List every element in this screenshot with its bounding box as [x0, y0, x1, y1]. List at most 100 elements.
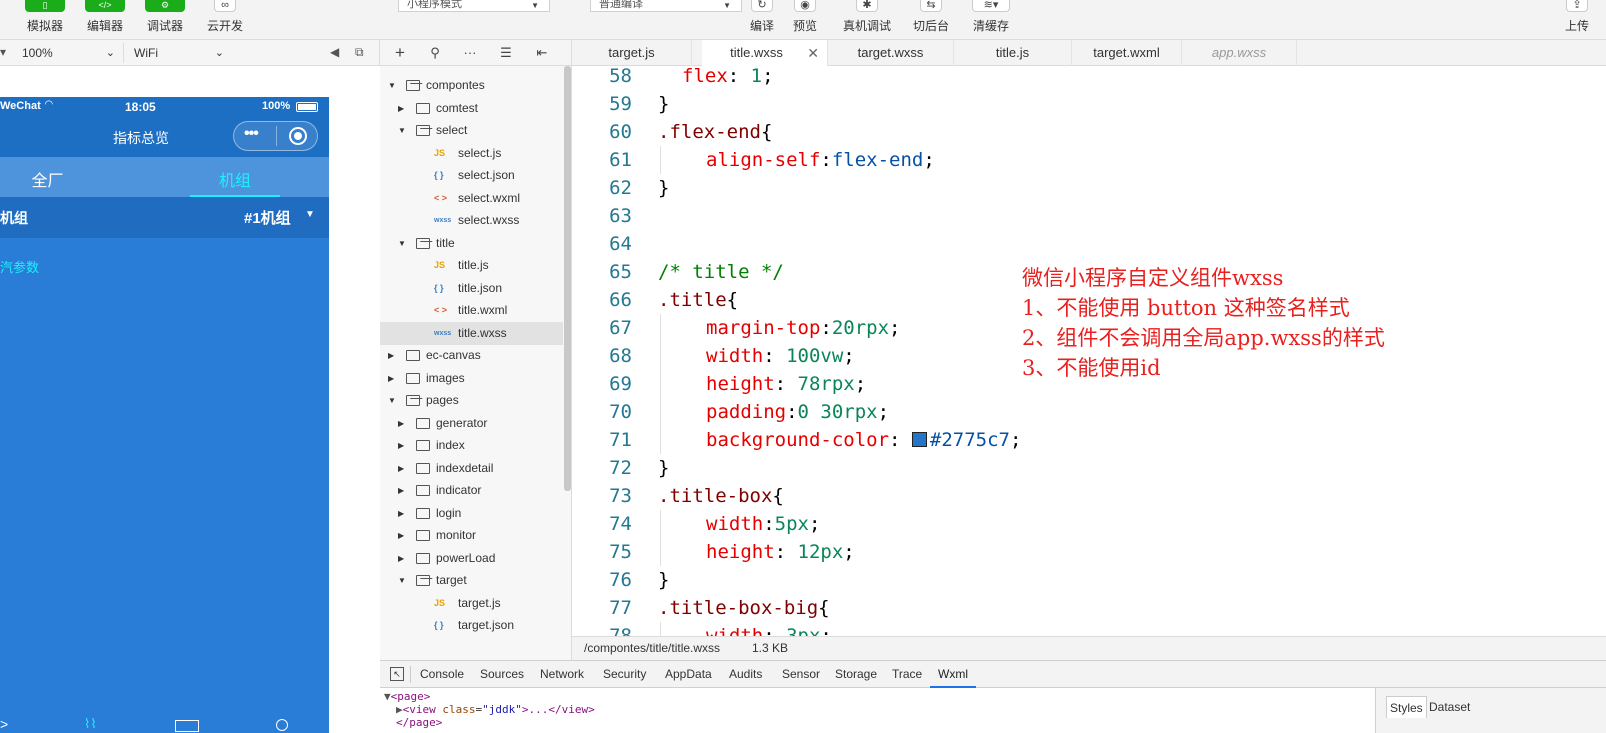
color-swatch[interactable]	[911, 432, 927, 447]
editor-tab[interactable]: title.js	[954, 40, 1072, 66]
tabbar-arrow-icon[interactable]: >	[0, 717, 8, 731]
mode-select[interactable]: 小程序模式 ▼	[398, 0, 550, 12]
devtools-tab[interactable]: Security	[603, 661, 646, 688]
folder-item[interactable]: ▶ images	[380, 367, 563, 390]
caret-right-icon[interactable]: ▶	[398, 524, 408, 547]
clear-cache-button[interactable]: ≋▾ 清缓存	[970, 0, 1012, 40]
devtools-tab[interactable]: Network	[540, 661, 584, 688]
folder-item[interactable]: ▼ compontes	[380, 74, 563, 97]
cloud-button[interactable]: ∞ 云开发	[204, 0, 246, 40]
close-icon[interactable]: ✕	[807, 40, 819, 66]
folder-item[interactable]: ▶ indexdetail	[380, 457, 563, 480]
folder-item[interactable]: ▶ ec-canvas	[380, 344, 563, 367]
folder-item[interactable]: ▶ indicator	[380, 479, 563, 502]
caret-down-icon[interactable]: ▼	[388, 74, 398, 97]
caret-down-icon[interactable]: ▼	[398, 569, 408, 592]
detach-window-icon[interactable]: ⧉	[355, 45, 364, 60]
inspect-element-icon[interactable]: ↖	[390, 667, 404, 681]
dom-node[interactable]: </page>	[396, 716, 442, 729]
caret-down-icon[interactable]: ▼	[388, 389, 398, 412]
folder-item[interactable]: ▼ target	[380, 569, 563, 592]
tabbar-chart-icon[interactable]: ⌇⌇	[84, 717, 97, 731]
close-mini-program-icon[interactable]	[289, 127, 307, 145]
file-item[interactable]: wxss select.wxss	[380, 209, 563, 232]
file-item[interactable]: JS target.js	[380, 592, 563, 615]
background-button[interactable]: ⇆ 切后台	[910, 0, 952, 40]
device-caret-icon[interactable]: ▾	[0, 45, 6, 59]
caret-right-icon[interactable]: ▶	[388, 344, 398, 367]
tab-unit[interactable]: 机组	[190, 167, 280, 191]
editor-tab[interactable]: target.wxss	[828, 40, 954, 66]
mute-icon[interactable]: ◀	[330, 45, 339, 59]
more-icon[interactable]: ···	[458, 43, 482, 63]
dom-node[interactable]: ▼<page>	[384, 690, 430, 703]
dom-node[interactable]: ▶<view class="jddk">...</view>	[396, 703, 595, 716]
file-tree-scrollbar[interactable]	[564, 66, 571, 491]
file-item[interactable]: { } select.json	[380, 164, 563, 187]
folder-item[interactable]: ▶ powerLoad	[380, 547, 563, 570]
folder-item[interactable]: ▶ index	[380, 434, 563, 457]
code-text: width: 100vw;	[706, 342, 855, 370]
folder-item[interactable]: ▶ login	[380, 502, 563, 525]
zoom-select[interactable]: 100% ⌄	[16, 43, 124, 63]
upload-button[interactable]: ⇪ 上传	[1560, 0, 1594, 40]
editor-tab[interactable]: target.wxml	[1072, 40, 1182, 66]
add-icon[interactable]: +	[388, 43, 412, 63]
tab-dataset[interactable]: Dataset	[1426, 696, 1473, 718]
editor-tab[interactable]: title.wxss ✕	[702, 40, 828, 67]
folder-item[interactable]: ▶ generator	[380, 412, 563, 435]
devtools-tab[interactable]: Trace	[892, 661, 922, 688]
devtools-tab[interactable]: Wxml	[930, 661, 976, 688]
compile-button[interactable]: ↻ 编译	[745, 0, 779, 40]
caret-down-icon[interactable]: ▼	[398, 119, 408, 142]
devtools-tab[interactable]: Sensor	[782, 661, 820, 688]
devtools-tab[interactable]: Audits	[729, 661, 762, 688]
real-device-debug-button[interactable]: ✱ 真机调试	[840, 0, 894, 40]
caret-right-icon[interactable]: ▶	[398, 97, 408, 120]
file-item[interactable]: < > select.wxml	[380, 187, 563, 210]
file-item[interactable]: JS title.js	[380, 254, 563, 277]
tabbar-user-icon[interactable]	[276, 719, 288, 731]
more-icon[interactable]: •••	[244, 125, 259, 143]
caret-right-icon[interactable]: ▶	[398, 457, 408, 480]
preview-button[interactable]: ◉ 预览	[788, 0, 822, 40]
sort-icon[interactable]: ☰	[494, 43, 518, 63]
caret-right-icon[interactable]: ▶	[398, 502, 408, 525]
tab-whole-plant[interactable]: 全厂	[0, 167, 95, 191]
devtools-tab[interactable]: Sources	[480, 661, 524, 688]
caret-right-icon[interactable]: ▶	[398, 547, 408, 570]
folder-item[interactable]: ▶ monitor	[380, 524, 563, 547]
file-tree-label: target.js	[458, 595, 501, 610]
file-item[interactable]: wxss title.wxss	[380, 321, 563, 345]
file-item[interactable]: { } target.json	[380, 614, 563, 637]
tab-styles[interactable]: Styles	[1386, 696, 1427, 718]
folder-item[interactable]: ▶ comtest	[380, 97, 563, 120]
folder-item[interactable]: ▼ pages	[380, 389, 563, 412]
caret-right-icon[interactable]: ▶	[398, 479, 408, 502]
tabbar-screen-icon[interactable]	[175, 720, 199, 732]
devtools-tab[interactable]: AppData	[665, 661, 712, 688]
debugger-button[interactable]: ⚙ 调试器	[144, 0, 186, 40]
collapse-panel-icon[interactable]: ⇤	[530, 43, 554, 63]
simulator-button[interactable]: ▯ 模拟器	[24, 0, 66, 40]
editor-tab-label: target.js	[608, 45, 655, 60]
caret-right-icon[interactable]: ▶	[398, 434, 408, 457]
code-text: .title{	[658, 286, 738, 314]
compile-mode-select[interactable]: 普通编译 ▼	[590, 0, 742, 12]
editor-button[interactable]: </> 编辑器	[84, 0, 126, 40]
editor-tab[interactable]: target.js	[572, 40, 692, 66]
caret-right-icon[interactable]: ▶	[388, 367, 398, 390]
folder-item[interactable]: ▼ title	[380, 232, 563, 255]
editor-tab[interactable]: app.wxss	[1182, 40, 1297, 66]
caret-down-icon[interactable]: ▼	[398, 232, 408, 255]
caret-right-icon[interactable]: ▶	[398, 412, 408, 435]
unit-picker-row[interactable]: 机组 #1机组 ▼	[0, 197, 329, 238]
file-item[interactable]: { } title.json	[380, 277, 563, 300]
search-icon[interactable]: ⚲	[423, 43, 447, 63]
devtools-tab[interactable]: Console	[420, 661, 464, 688]
file-item[interactable]: JS select.js	[380, 142, 563, 165]
folder-item[interactable]: ▼ select	[380, 119, 563, 142]
devtools-tab[interactable]: Storage	[835, 661, 877, 688]
network-select[interactable]: WiFi ⌄	[128, 43, 232, 63]
file-item[interactable]: < > title.wxml	[380, 299, 563, 322]
